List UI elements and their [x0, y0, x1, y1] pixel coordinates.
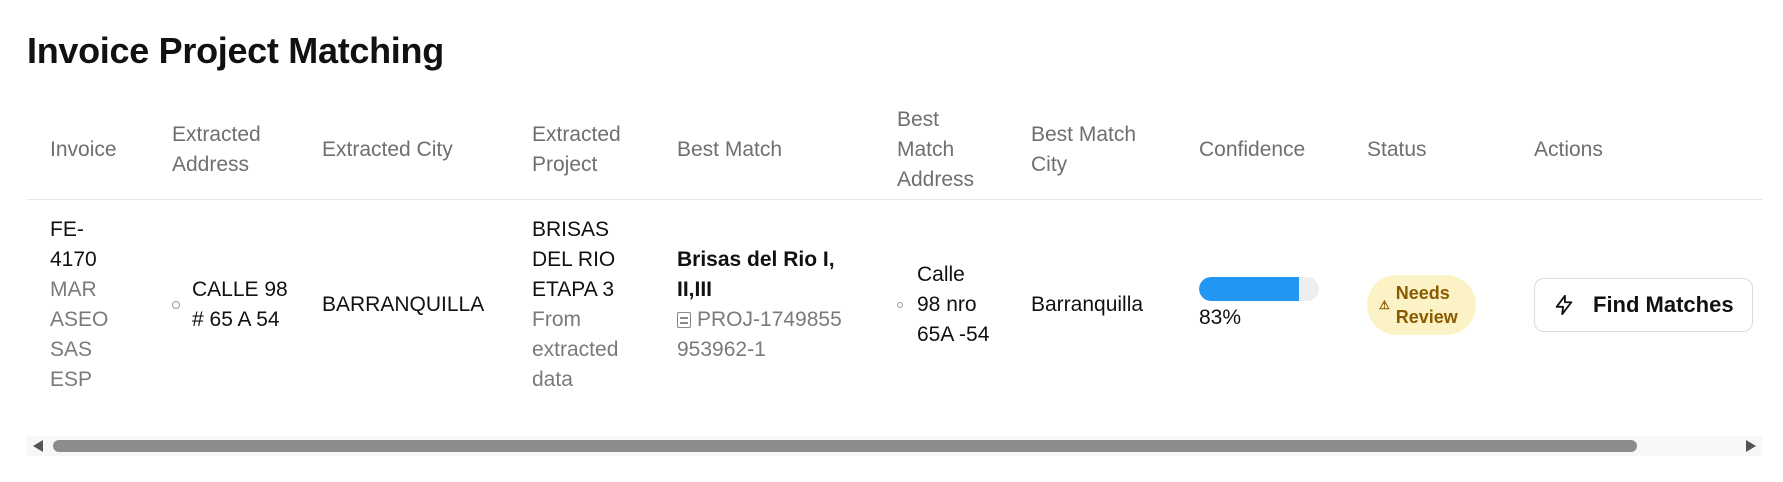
- header-extracted-city[interactable]: Extracted City: [322, 100, 512, 200]
- page-title: Invoice Project Matching: [27, 30, 444, 71]
- extracted-project: BRISAS DEL RIO ETAPA 3: [532, 218, 616, 301]
- actions-cell: Find Matches: [1534, 200, 1760, 410]
- invoice-id: FE-4170: [50, 218, 97, 271]
- status-cell: ⚠ Needs Review: [1367, 200, 1507, 410]
- header-status[interactable]: Status: [1367, 100, 1487, 200]
- extracted-project-cell: BRISAS DEL RIO ETAPA 3 From extracted da…: [532, 200, 647, 410]
- best-match-name: Brisas del Rio I, II,III: [677, 248, 835, 301]
- header-best-match-city[interactable]: Best Match City: [1031, 100, 1161, 200]
- warning-icon: ⚠: [1379, 298, 1390, 312]
- matching-table: Invoice Extracted Address Extracted City…: [27, 100, 1762, 410]
- extracted-city-cell: BARRANQUILLA: [322, 200, 512, 410]
- extracted-address-cell: CALLE 98 # 65 A 54: [172, 200, 297, 410]
- bolt-icon: [1555, 294, 1573, 316]
- scroll-thumb[interactable]: [53, 440, 1637, 452]
- best-match-cell: Brisas del Rio I, II,III PROJ-1749855953…: [677, 200, 857, 410]
- header-extracted-address[interactable]: Extracted Address: [172, 100, 292, 200]
- header-confidence[interactable]: Confidence: [1199, 100, 1349, 200]
- map-pin-icon: [897, 302, 903, 308]
- confidence-bar-fill: [1199, 277, 1299, 301]
- horizontal-scrollbar[interactable]: [27, 436, 1762, 456]
- invoice-cell: FE-4170 MAR ASEO SAS ESP: [50, 200, 130, 410]
- header-extracted-project[interactable]: Extracted Project: [532, 100, 642, 200]
- map-pin-icon: [172, 301, 180, 309]
- best-match-city: Barranquilla: [1031, 293, 1144, 316]
- best-match-id: PROJ-1749855953962-1: [677, 308, 842, 361]
- invoice-vendor: MAR ASEO SAS ESP: [50, 278, 109, 391]
- confidence-bar: [1199, 277, 1319, 301]
- status-label: Needs Review: [1395, 283, 1458, 327]
- scroll-left-arrow-icon[interactable]: [33, 440, 43, 452]
- header-actions: Actions: [1534, 138, 1603, 161]
- status-badge: ⚠ Needs Review: [1367, 275, 1476, 335]
- best-match-city-cell: Barranquilla: [1031, 200, 1181, 410]
- find-matches-label: Find Matches: [1593, 292, 1734, 317]
- header-invoice[interactable]: Invoice: [50, 100, 150, 200]
- confidence-label: 83%: [1199, 306, 1242, 329]
- best-match-address: Calle 98 nro 65A -54: [917, 263, 990, 346]
- extracted-project-note: From extracted data: [532, 308, 619, 391]
- extracted-address: CALLE 98 # 65 A 54: [192, 278, 288, 331]
- header-best-match-address[interactable]: Best Match Address: [897, 100, 997, 200]
- table-row[interactable]: FE-4170 MAR ASEO SAS ESP CALLE 98 # 65 A…: [27, 200, 1762, 410]
- best-match-address-cell: Calle 98 nro 65A -54: [897, 200, 997, 410]
- scroll-right-arrow-icon[interactable]: [1746, 440, 1756, 452]
- building-icon: [677, 312, 691, 328]
- confidence-cell: 83%: [1199, 200, 1349, 410]
- find-matches-button[interactable]: Find Matches: [1534, 278, 1753, 332]
- header-best-match[interactable]: Best Match: [677, 100, 847, 200]
- best-match-id-line: PROJ-1749855953962-1: [677, 305, 852, 365]
- extracted-city: BARRANQUILLA: [322, 293, 485, 316]
